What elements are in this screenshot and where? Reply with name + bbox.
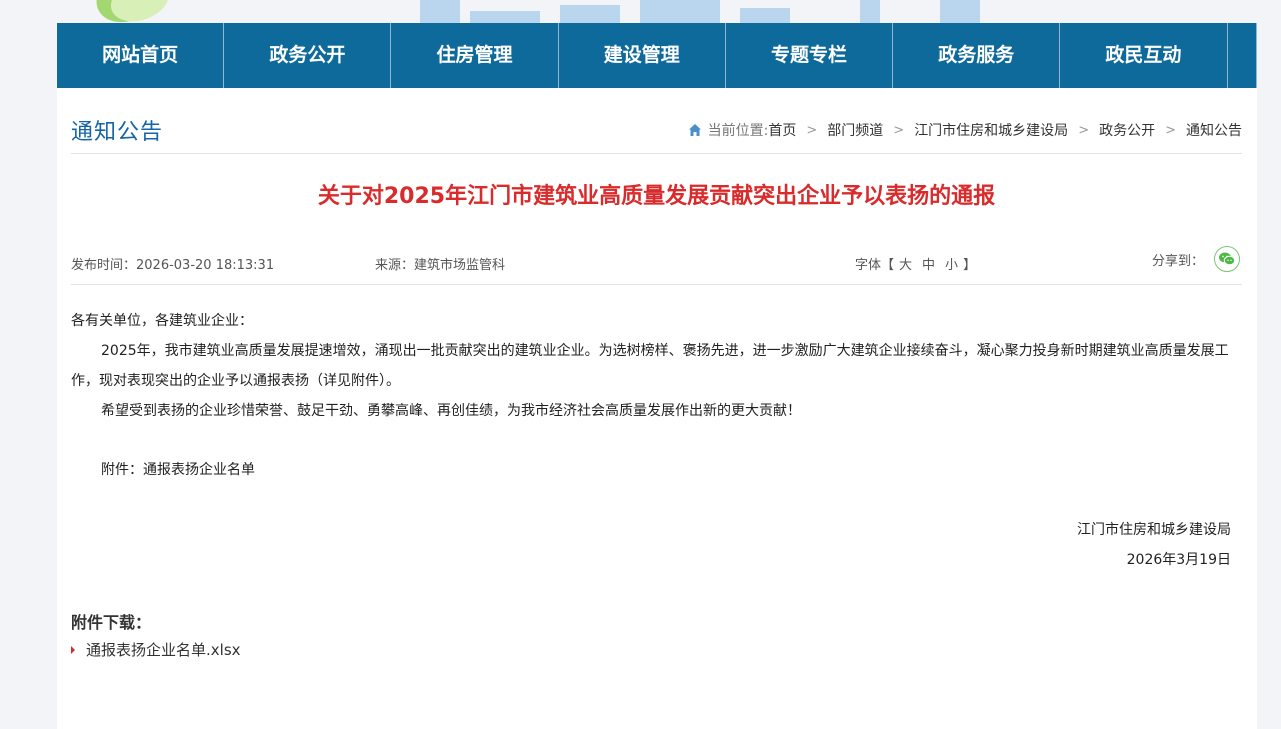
source-label: 来源：	[375, 258, 415, 273]
banner-building-decoration	[860, 0, 880, 23]
font-size-label: 字体【	[855, 258, 895, 273]
nav-item-housing[interactable]: 住房管理	[391, 23, 559, 88]
source-info: 来源：建筑市场监管科	[375, 254, 505, 273]
breadcrumb-separator: >	[893, 122, 905, 138]
nav-item-construction[interactable]: 建设管理	[559, 23, 726, 88]
triangle-bullet-icon	[71, 645, 75, 654]
banner-building-decoration	[470, 11, 540, 23]
breadcrumb-department[interactable]: 部门频道	[827, 120, 883, 140]
share-label: 分享到：	[1151, 253, 1204, 269]
nav-item-special-topics[interactable]: 专题专栏	[726, 23, 894, 88]
section-title: 通知公告	[71, 120, 164, 145]
font-size-medium[interactable]: 中	[922, 258, 935, 273]
share-bar: 分享到：	[1152, 246, 1240, 272]
home-icon	[688, 124, 701, 136]
font-size-end: 】	[963, 258, 977, 273]
attachments-title: 附件下载：	[71, 613, 152, 632]
nav-item-interaction[interactable]: 政民互动	[1060, 23, 1228, 88]
nav-item-gov-affairs[interactable]: 政务公开	[224, 23, 392, 88]
attachment-link[interactable]: 通报表扬企业名单.xlsx	[71, 639, 241, 660]
font-size-small[interactable]: 小	[945, 258, 958, 273]
banner-building-decoration	[640, 0, 720, 23]
publish-time: 2026-03-20 18:13:31	[136, 258, 275, 273]
source-value: 建筑市场监管科	[414, 258, 506, 273]
nav-item-gov-services[interactable]: 政务服务	[893, 23, 1061, 88]
article-title: 关于对2025年江门市建筑业高质量发展贡献突出企业予以表扬的通报	[317, 184, 996, 209]
breadcrumb-label: 当前位置:	[707, 123, 769, 139]
banner-building-decoration	[420, 0, 460, 23]
article-paragraph: 2025年，我市建筑业高质量发展提速增效，涌现出一批贡献突出的建筑业企业。为选树…	[71, 343, 1229, 389]
banner-building-decoration	[940, 0, 980, 23]
signature: 江门市住房和城乡建设局	[1077, 522, 1231, 538]
breadcrumb-home[interactable]: 首页	[768, 120, 796, 140]
breadcrumb-gov-affairs[interactable]: 政务公开	[1099, 120, 1155, 140]
publish-label: 发布时间：	[71, 258, 137, 273]
wechat-share-button[interactable]	[1214, 246, 1240, 272]
header-banner	[0, 0, 1281, 23]
nav-item-overflow	[1228, 23, 1258, 88]
attachment-filename: 通报表扬企业名单.xlsx	[86, 641, 241, 659]
breadcrumb-separator: >	[806, 122, 818, 138]
banner-building-decoration	[740, 8, 790, 23]
banner-building-decoration	[560, 5, 620, 23]
attachment-note: 附件：通报表扬企业名单	[101, 462, 255, 478]
signature-date: 2026年3月19日	[1126, 552, 1231, 568]
article-paragraph: 希望受到表扬的企业珍惜荣誉、鼓足干劲、勇攀高峰、再创佳绩，为我市经济社会高质量发…	[101, 403, 801, 419]
salutation: 各有关单位，各建筑业企业：	[71, 313, 253, 329]
font-size-large[interactable]: 大	[899, 258, 912, 273]
divider	[71, 284, 1242, 285]
wechat-icon	[1219, 252, 1236, 266]
font-size-control: 字体【大中小】	[855, 254, 976, 273]
publish-info: 发布时间：2026-03-20 18:13:31	[71, 254, 274, 273]
breadcrumb: 当前位置: 首页 > 部门频道 > 江门市住房和城乡建设局 > 政务公开 > 通…	[688, 120, 1242, 140]
breadcrumb-separator: >	[1165, 122, 1176, 138]
breadcrumb-bureau[interactable]: 江门市住房和城乡建设局	[914, 120, 1068, 140]
content-panel: 通知公告 当前位置: 首页 > 部门频道 > 江门市住房和城乡建设局 > 政务公…	[57, 88, 1257, 729]
breadcrumb-notices[interactable]: 通知公告	[1186, 120, 1242, 140]
nav-item-home[interactable]: 网站首页	[57, 23, 225, 88]
divider	[71, 153, 1242, 154]
main-nav: 网站首页 政务公开 住房管理 建设管理 专题专栏 政务服务 政民互动	[57, 23, 1258, 88]
breadcrumb-separator: >	[1078, 122, 1090, 138]
